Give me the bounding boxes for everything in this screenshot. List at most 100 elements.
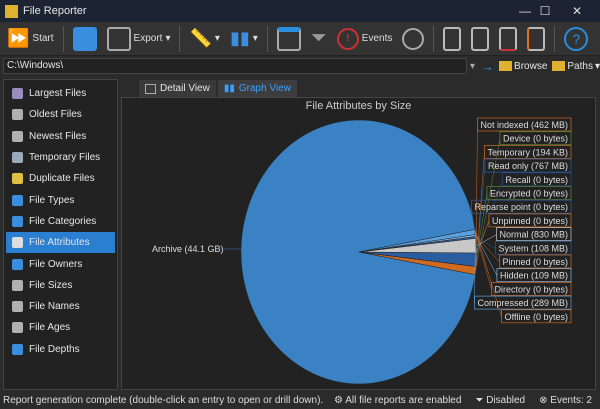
report-icon (12, 322, 23, 334)
path-dropdown[interactable]: ▾ (470, 61, 475, 72)
sidebar-item-duplicate-files[interactable]: Duplicate Files (4, 168, 117, 189)
slice-label: Compressed (289 MB) (477, 298, 568, 308)
slice-label: Encrypted (0 bytes) (490, 189, 568, 199)
report-icon (12, 173, 23, 185)
tab-detail-view[interactable]: Detail View (139, 80, 216, 97)
sidebar-item-oldest-files[interactable]: Oldest Files (4, 104, 117, 125)
report-icon (12, 258, 23, 270)
report-icon (12, 237, 23, 249)
slice-label: Directory (0 bytes) (494, 284, 568, 294)
slice-label: Recall (0 bytes) (505, 175, 568, 185)
help-icon: ? (564, 26, 589, 51)
export-button[interactable]: Export ▾ (104, 25, 174, 53)
close-button[interactable]: ✕ (557, 0, 597, 22)
events-button[interactable]: ! Events (334, 26, 396, 52)
sidebar-item-file-ages[interactable]: File Ages (4, 317, 117, 338)
sidebar-item-label: File Attributes (29, 237, 90, 249)
sidebar-item-file-names[interactable]: File Names (4, 296, 117, 317)
status-bar: Report generation complete (double-click… (0, 392, 600, 409)
move-icon (471, 26, 490, 51)
report-sidebar: Largest Files Oldest Files Newest Files Tem… (3, 79, 118, 390)
slice-label: Offline (0 bytes) (505, 312, 568, 322)
filter-status[interactable]: ⏷ Disabled (475, 395, 525, 406)
zip-button[interactable] (524, 25, 548, 53)
printer-icon (72, 26, 97, 51)
path-input[interactable]: C:\Windows\ (3, 58, 467, 74)
delete-button[interactable] (496, 25, 520, 53)
sidebar-item-label: File Owners (29, 258, 83, 270)
browse-button[interactable]: Browse (499, 60, 547, 72)
app-logo-icon (5, 4, 18, 18)
window-check-icon (276, 26, 301, 51)
folder-icon (499, 60, 513, 71)
main-view: Detail View ▮▮ Graph View File Attributes… (121, 79, 596, 390)
filter-icon: ⏷ (310, 27, 327, 49)
slice-label: Archive (44.1 GB) (152, 244, 224, 254)
report-icon (12, 88, 23, 100)
sidebar-item-label: File Ages (29, 322, 71, 334)
sidebar-item-label: File Types (29, 194, 75, 206)
sidebar-item-temporary-files[interactable]: Temporary Files (4, 147, 117, 168)
sidebar-item-label: File Sizes (29, 279, 73, 291)
sidebar-item-label: Temporary Files (29, 152, 101, 164)
graph-panel: File Attributes by Size Archive (44.1 GB… (121, 97, 596, 390)
folder-gear-icon (552, 60, 566, 71)
pie-chart: Archive (44.1 GB) Not indexed (462 MB) Dev… (152, 117, 572, 385)
chart-type-button[interactable]: ▮▮ ▾ (227, 26, 261, 51)
paths-button[interactable]: Paths ▾ (552, 60, 600, 72)
slice-label: Read only (767 MB) (488, 161, 568, 171)
slice-label: Pinned (0 bytes) (502, 257, 568, 267)
play-icon: ⏩ (7, 28, 30, 48)
slice-label: Hidden (109 MB) (500, 271, 568, 281)
size-unit-button[interactable]: 📏 ▾ (186, 26, 222, 51)
sidebar-item-file-sizes[interactable]: File Sizes (4, 275, 117, 296)
alert-icon: ! (336, 27, 359, 50)
sidebar-item-file-attributes[interactable]: File Attributes (6, 232, 115, 254)
slice-label: Device (0 bytes) (503, 134, 568, 144)
toolbar: ⏩ Start Export ▾ 📏 ▾ ▮▮ ▾ ⏷ ! Events ? (0, 22, 600, 56)
report-icon (12, 109, 23, 121)
filter-button[interactable]: ⏷ (308, 25, 330, 52)
go-arrow-icon[interactable]: → (481, 59, 494, 74)
sidebar-item-largest-files[interactable]: Largest Files (4, 83, 117, 104)
window-title: File Reporter (23, 5, 87, 17)
clock-icon (402, 27, 425, 50)
print-button[interactable] (70, 25, 100, 53)
sidebar-item-label: Newest Files (29, 130, 87, 142)
ruler-icon: 📏 (189, 28, 212, 48)
schedule-button[interactable] (399, 26, 427, 52)
sidebar-item-file-categories[interactable]: File Categories (4, 211, 117, 232)
sidebar-item-file-types[interactable]: File Types (4, 189, 117, 210)
zip-file-icon (527, 26, 546, 51)
reports-status[interactable]: ⚙ All file reports are enabled (334, 395, 461, 406)
sidebar-item-label: File Names (29, 301, 80, 313)
report-icon (12, 343, 23, 355)
sidebar-item-label: File Depths (29, 343, 80, 355)
bar-chart-icon: ▮▮ (229, 28, 250, 48)
sidebar-item-label: Largest Files (29, 88, 87, 100)
report-icon (12, 279, 23, 291)
slice-label: System (108 MB) (498, 243, 568, 253)
tab-graph-view[interactable]: ▮▮ Graph View (217, 80, 297, 97)
sidebar-item-label: File Categories (29, 215, 97, 227)
events-status[interactable]: ⊗ Events: 2 (539, 395, 592, 406)
bar-chart-icon: ▮▮ (223, 83, 235, 94)
start-button[interactable]: ⏩ Start (4, 26, 57, 51)
leader-line (475, 234, 492, 290)
title-bar: File Reporter — ☐ ✕ (0, 0, 600, 22)
sidebar-item-file-owners[interactable]: File Owners (4, 253, 117, 274)
report-icon (12, 130, 23, 142)
sidebar-item-file-depths[interactable]: File Depths (4, 339, 117, 360)
sidebar-item-label: Duplicate Files (29, 173, 95, 185)
report-icon (12, 152, 23, 164)
copy-button[interactable] (440, 25, 464, 53)
scan-options-button[interactable] (274, 25, 304, 53)
slice-label: Reparse point (0 bytes) (474, 202, 568, 212)
export-icon (106, 26, 131, 51)
help-button[interactable]: ? (561, 25, 591, 53)
path-bar: C:\Windows\ ▾ → Browse Paths ▾ (0, 57, 600, 75)
delete-file-icon (499, 26, 518, 51)
slice-label: Temporary (194 KB) (487, 147, 568, 157)
move-button[interactable] (468, 25, 492, 53)
sidebar-item-newest-files[interactable]: Newest Files (4, 126, 117, 147)
